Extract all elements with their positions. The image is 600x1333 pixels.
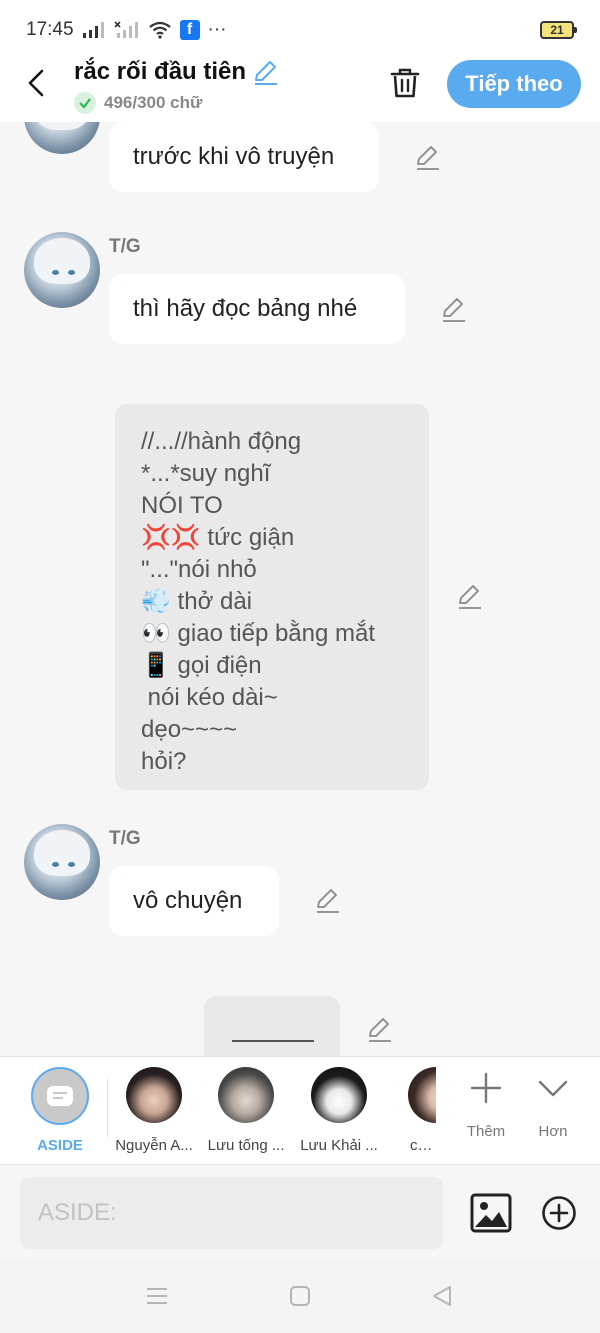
avatar[interactable] [24,122,100,154]
message-text: thì hãy đọc bảng nhé [133,295,358,322]
add-label: Thêm [466,1123,506,1140]
battery-icon: 21 [540,21,577,39]
edit-icon[interactable] [440,296,468,324]
back-icon[interactable] [22,68,52,98]
character-name: Nguyễn A... [115,1137,193,1154]
avatar [126,1067,182,1123]
avatar [408,1067,436,1123]
signal-no-service-icon [113,21,138,38]
input-bar [0,1164,600,1260]
aside-line: dẹo~~~~ [141,716,238,743]
status-time: 17:45 [26,19,74,40]
edit-icon[interactable] [456,583,484,611]
status-bar: 17:45 f ··· 21 [0,0,600,60]
aside-line: NÓI TO [141,492,223,519]
character-aside[interactable]: ASIDE [12,1067,108,1154]
aside-line: hỏi? [141,748,187,775]
page-title[interactable]: rắc rối đầu tiên [74,58,246,86]
character-item[interactable]: Nguyễn A... [106,1067,202,1154]
chat-icon [47,1086,73,1106]
sender-name: T/G [109,236,141,257]
blank-line [232,1040,314,1042]
word-count: 496/300 chữ [104,93,203,112]
edit-icon[interactable] [314,887,342,915]
message-bubble[interactable]: vô chuyện [109,866,279,936]
check-icon [74,92,96,114]
back-nav-icon[interactable] [430,1284,454,1308]
character-name: Lưu tống ... [207,1137,285,1154]
aside-line: 💢💢 tức giận [141,524,295,551]
plus-icon [470,1072,502,1104]
add-circle-icon[interactable] [541,1195,577,1231]
aside-line: 📱 gọi điện [141,652,262,679]
facebook-icon: f [179,20,200,40]
message-bubble[interactable]: trước khi vô truyện [109,122,379,192]
aside-line: *...*suy nghĩ [141,460,271,487]
message-bubble[interactable]: thì hãy đọc bảng nhé [109,274,405,344]
image-icon[interactable] [470,1193,512,1233]
more-button[interactable]: Hơn [523,1071,583,1140]
aside-line: 👀 giao tiếp bằng mắt [141,620,376,647]
aside-line: "..."nói nhỏ [141,556,257,583]
menu-icon[interactable] [145,1284,169,1308]
sender-name: T/G [109,828,141,849]
signal-icon [82,22,104,38]
character-name: Lưu Khải ... [300,1137,378,1154]
character-item[interactable]: Lưu Khải ... [291,1067,387,1154]
aside-avatar [31,1067,89,1125]
message-text: vô chuyện [133,887,243,914]
edit-icon[interactable] [414,144,442,172]
wifi-icon [148,21,171,39]
more-label: Hơn [538,1123,568,1140]
aside-line: 💨 thở dài [141,588,252,615]
system-navigation-bar [0,1260,600,1333]
edit-title-icon[interactable] [252,58,280,86]
character-bar: ASIDE Nguyễn A... Lưu tống ... Lưu Khải … [0,1056,600,1164]
aside-message[interactable]: //...//hành động *...*suy nghĩ NÓI TO 💢💢… [115,404,429,790]
add-character-button[interactable]: Thêm [456,1071,516,1140]
character-name: cô g [410,1137,436,1154]
character-item[interactable]: Lưu tống ... [198,1067,294,1154]
avatar[interactable] [24,232,100,308]
title-block: rắc rối đầu tiên 496/300 chữ [74,58,280,114]
message-text: trước khi vô truyện [133,143,335,170]
aside-line: nói kéo dài~ [141,684,278,711]
avatar [311,1067,367,1123]
edit-icon[interactable] [366,1016,394,1044]
message-input[interactable] [20,1177,443,1249]
next-button[interactable]: Tiếp theo [447,60,581,108]
avatar[interactable] [24,824,100,900]
avatar [218,1067,274,1123]
more-notifications: ··· [207,19,227,40]
battery-level: 21 [550,23,564,37]
aside-message-blank[interactable] [204,996,340,1056]
trash-icon[interactable] [388,66,422,100]
home-icon[interactable] [288,1284,312,1308]
chevron-down-icon [538,1080,568,1097]
aside-line: //...//hành động [141,428,302,455]
character-name: ASIDE [37,1137,83,1154]
character-item[interactable]: cô g [384,1067,436,1154]
chat-area[interactable]: trước khi vô truyện T/G thì hãy đọc bảng… [0,122,600,1056]
header: rắc rối đầu tiên 496/300 chữ Tiếp theo [0,56,600,122]
